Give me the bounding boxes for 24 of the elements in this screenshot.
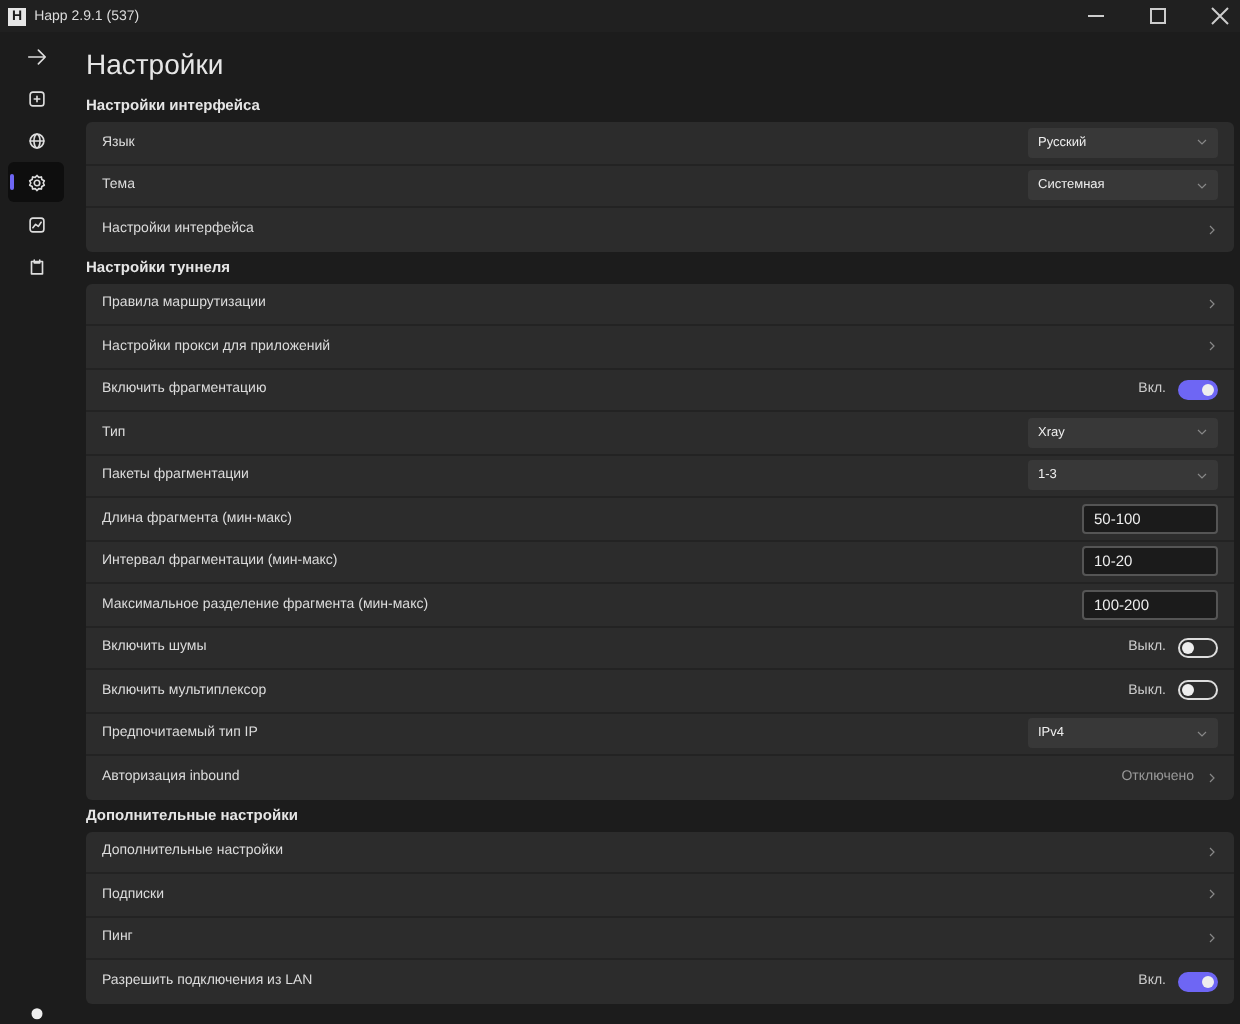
- toggle-switch[interactable]: [1178, 379, 1218, 400]
- chevron-right-icon[interactable]: [1206, 931, 1218, 944]
- chevron-right-icon[interactable]: [1206, 340, 1218, 353]
- chart-icon: [25, 213, 47, 235]
- arrow-icon: [25, 45, 47, 67]
- clipboard-icon: [25, 255, 47, 277]
- chevron-down-icon: [1196, 469, 1208, 482]
- chevron-right-icon[interactable]: [1206, 223, 1218, 236]
- chevron-down-icon: [1196, 727, 1208, 740]
- plus-square-icon: [25, 87, 47, 109]
- chevron-down-icon: [1196, 136, 1208, 149]
- chevron-right-icon[interactable]: [1206, 845, 1218, 858]
- close-icon[interactable]: [1210, 6, 1230, 26]
- toggle-switch[interactable]: [1178, 971, 1218, 992]
- sidebar-item[interactable]: [8, 162, 64, 202]
- maximize-icon[interactable]: [1148, 6, 1168, 26]
- chevron-down-icon: [1196, 426, 1208, 439]
- globe-icon: [25, 129, 47, 151]
- chevron-down-icon: [1196, 179, 1208, 192]
- page-title: Настройки: [86, 46, 226, 82]
- settings-icon: [25, 171, 47, 193]
- chevron-right-icon[interactable]: [1206, 771, 1218, 784]
- chevron-right-icon[interactable]: [1206, 888, 1218, 901]
- chevron-right-icon[interactable]: [1206, 297, 1218, 310]
